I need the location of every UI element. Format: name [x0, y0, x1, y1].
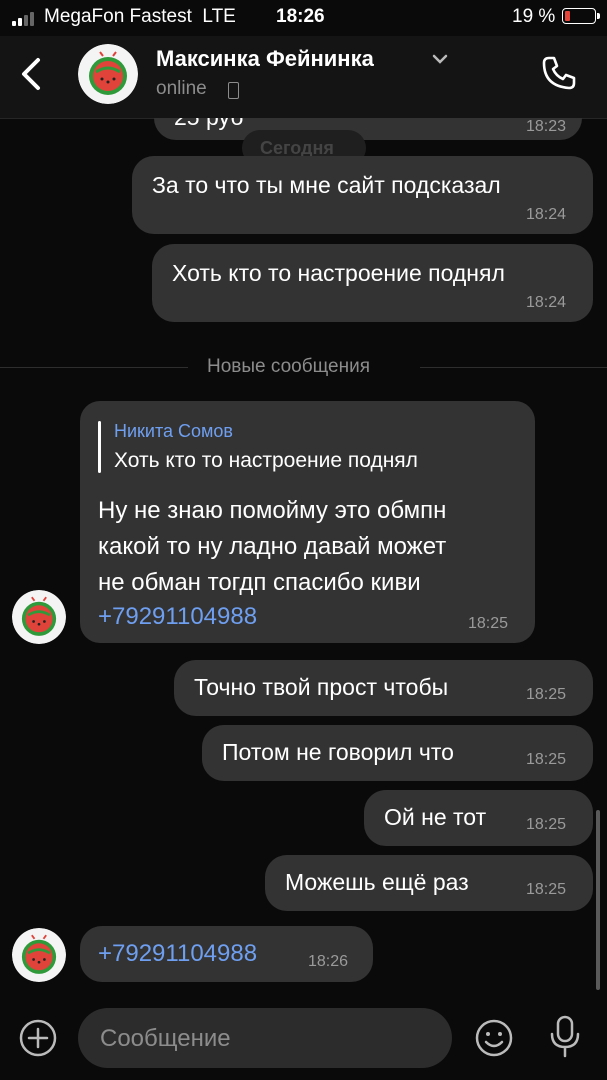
reply-author[interactable]: Никита Сомов [114, 421, 233, 442]
presence-status: online [156, 78, 207, 99]
message-time: 18:25 [526, 816, 567, 833]
message-bubble-incoming[interactable]: Никита Сомов Хоть кто то настроение подн… [80, 401, 535, 643]
message-time: 18:25 [526, 686, 567, 703]
message-bubble-outgoing[interactable]: 25 руб 18:23 [154, 118, 582, 140]
back-arrow-icon[interactable] [18, 54, 48, 94]
message-text: Точно твой прост чтобы [194, 674, 449, 700]
add-attachment-icon[interactable] [18, 1018, 58, 1058]
chevron-down-icon[interactable] [430, 52, 450, 66]
emoji-icon[interactable] [474, 1018, 514, 1058]
message-bubble-outgoing[interactable]: Ой не тот 18:25 [364, 790, 593, 846]
message-bubble-incoming[interactable]: +79291104988 18:26 [80, 926, 373, 982]
network-type: LTE [202, 6, 236, 27]
message-time: 18:25 [468, 615, 509, 632]
battery-percent: 19 % [512, 6, 556, 27]
message-line: Ну не знаю помойму это обмпн [98, 497, 447, 524]
microphone-icon[interactable] [548, 1014, 582, 1060]
message-text: 25 руб [174, 118, 243, 131]
message-bubble-outgoing[interactable]: Потом не говорил что 18:25 [202, 725, 593, 781]
message-time: 18:24 [526, 294, 567, 311]
contact-avatar[interactable] [78, 44, 138, 104]
message-text: Ой не тот [384, 804, 487, 830]
phone-link[interactable]: +79291104988 [98, 603, 257, 631]
message-bubble-outgoing[interactable]: За то что ты мне сайт подсказал 18:24 [132, 156, 593, 234]
signal-strength-icon [12, 12, 42, 26]
chat-header: Максинка Фейнинка online [0, 36, 607, 119]
carrier-name: MegaFon Fastest LTE [44, 6, 236, 27]
message-time: 18:23 [526, 118, 567, 135]
status-time: 18:26 [276, 6, 325, 27]
message-time: 18:25 [526, 881, 567, 898]
message-bubble-outgoing[interactable]: Хоть кто то настроение поднял 18:24 [152, 244, 593, 322]
reply-quote-bar [98, 421, 101, 473]
message-time: 18:26 [308, 953, 349, 970]
message-line: какой то ну ладно давай может [98, 533, 447, 560]
message-bubble-outgoing[interactable]: Точно твой прост чтобы 18:25 [174, 660, 593, 716]
status-bar: MegaFon Fastest LTE 18:26 19 % [0, 0, 607, 36]
message-bubble-outgoing[interactable]: Можешь ещё раз 18:25 [265, 855, 593, 911]
battery-level [565, 11, 570, 21]
message-line: не обман тогдп спасибо киви [98, 569, 421, 596]
reply-quote-text: Хоть кто то настроение поднял [114, 449, 418, 472]
message-time: 18:24 [526, 206, 567, 223]
call-icon[interactable] [538, 52, 580, 94]
battery-icon [562, 8, 600, 24]
message-text: Потом не говорил что [222, 739, 454, 765]
message-text: За то что ты мне сайт подсказал [152, 172, 501, 198]
sender-avatar[interactable] [12, 928, 66, 982]
composer-bar [0, 998, 607, 1080]
mobile-device-icon [228, 82, 239, 99]
message-input[interactable] [98, 1022, 432, 1056]
message-list[interactable]: 25 руб 18:23 Сегодня За то что ты мне са… [0, 118, 607, 998]
message-input-field[interactable] [78, 1008, 452, 1068]
sender-avatar[interactable] [12, 590, 66, 644]
message-text: Хоть кто то настроение поднял [172, 260, 505, 286]
phone-link[interactable]: +79291104988 [98, 940, 257, 968]
contact-name[interactable]: Максинка Фейнинка [156, 46, 374, 72]
message-time: 18:25 [526, 751, 567, 768]
new-messages-divider: Новые сообщения [0, 354, 607, 380]
message-text: Можешь ещё раз [285, 869, 469, 895]
scrollbar[interactable] [596, 810, 600, 990]
